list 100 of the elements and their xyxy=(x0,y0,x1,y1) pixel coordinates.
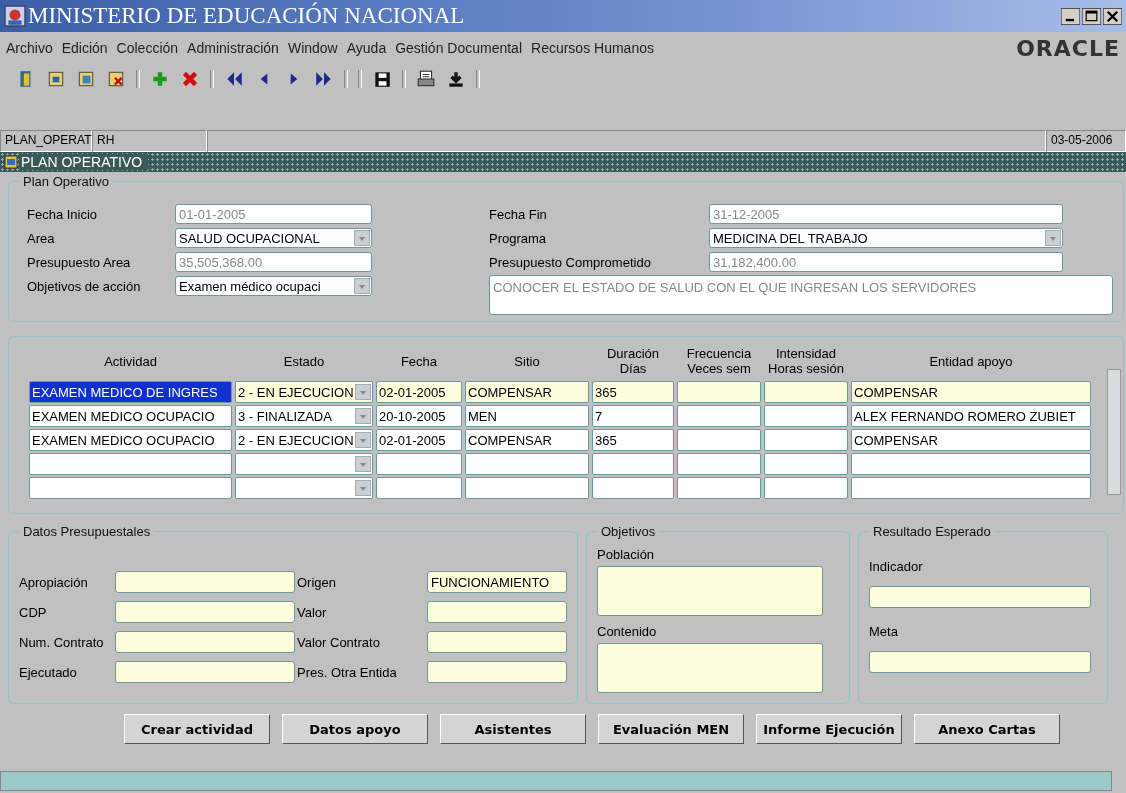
input-field[interactable] xyxy=(427,601,567,623)
dropdown-button[interactable] xyxy=(355,456,371,472)
table-cell[interactable]: COMPENSAR xyxy=(851,429,1091,451)
delete-icon[interactable] xyxy=(180,69,200,89)
dropdown-field[interactable]: 2 - EN EJECUCION xyxy=(235,381,373,403)
action-button[interactable]: Evaluación MEN xyxy=(598,714,744,744)
menu-item[interactable]: Gestión Documental xyxy=(395,40,522,56)
field-label: Programa xyxy=(489,230,548,246)
table-cell[interactable] xyxy=(764,429,848,451)
table-cell[interactable] xyxy=(677,429,761,451)
field-label: Ejecutado xyxy=(19,664,78,680)
table-cell[interactable]: 365 xyxy=(592,381,674,403)
menu-item[interactable]: Window xyxy=(287,40,338,56)
minimize-icon[interactable] xyxy=(1061,7,1080,25)
input-field[interactable] xyxy=(115,661,295,683)
plus-icon[interactable] xyxy=(150,69,170,89)
table-cell[interactable] xyxy=(764,405,848,427)
table-cell[interactable]: 365 xyxy=(592,429,674,451)
table-cell[interactable]: 20-10-2005 xyxy=(376,405,462,427)
table-cell[interactable] xyxy=(29,477,232,499)
action-button[interactable]: Crear actividad xyxy=(124,714,270,744)
dropdown-button[interactable] xyxy=(355,384,371,400)
table-cell[interactable] xyxy=(677,381,761,403)
table-cell[interactable]: 02-01-2005 xyxy=(376,429,462,451)
dropdown-button[interactable] xyxy=(1045,230,1061,246)
table-cell[interactable] xyxy=(465,477,589,499)
table-cell[interactable]: COMPENSAR xyxy=(851,381,1091,403)
table-cell[interactable] xyxy=(764,381,848,403)
input-field[interactable] xyxy=(427,661,567,683)
column-header: Entidad apoyo xyxy=(928,352,1014,371)
table-cell[interactable] xyxy=(764,453,848,475)
maximize-icon[interactable] xyxy=(1082,7,1101,25)
close-icon[interactable] xyxy=(1103,7,1122,25)
table-cell[interactable] xyxy=(376,453,462,475)
table-cell[interactable]: MEN xyxy=(465,405,589,427)
table-cell[interactable] xyxy=(851,453,1091,475)
input-field[interactable]: 31-12-2005 xyxy=(709,204,1063,224)
table-cell[interactable]: COMPENSAR xyxy=(465,429,589,451)
input-field[interactable]: 35,505,368.00 xyxy=(175,252,372,272)
horizontal-scrollbar[interactable] xyxy=(0,771,1112,791)
table-cell[interactable] xyxy=(851,477,1091,499)
table-cell[interactable]: COMPENSAR xyxy=(465,381,589,403)
status-field: PLAN_OPERAT xyxy=(0,130,92,152)
table-scrollbar[interactable] xyxy=(1107,369,1121,495)
table-cell[interactable] xyxy=(592,477,674,499)
action-button[interactable]: Informe Ejecución xyxy=(756,714,902,744)
text-area[interactable] xyxy=(597,643,823,693)
dropdown-field[interactable]: MEDICINA DEL TRABAJO xyxy=(709,228,1063,248)
text-area[interactable] xyxy=(597,566,823,616)
table-cell[interactable] xyxy=(465,453,589,475)
table-cell[interactable]: EXAMEN MEDICO OCUPACIO xyxy=(29,405,232,427)
table-cell[interactable] xyxy=(29,453,232,475)
menu-item[interactable]: Archivo xyxy=(6,40,53,56)
field-label: Fecha Fin xyxy=(489,206,548,222)
table-cell[interactable] xyxy=(677,453,761,475)
menu-item[interactable]: Recursos Humanos xyxy=(531,40,654,56)
input-field[interactable] xyxy=(869,651,1091,673)
dropdown-button[interactable] xyxy=(355,480,371,496)
menu-item[interactable]: Colección xyxy=(116,40,179,56)
download-icon[interactable] xyxy=(446,69,466,89)
table-cell[interactable] xyxy=(677,477,761,499)
save-icon[interactable] xyxy=(372,69,392,89)
input-field[interactable] xyxy=(115,571,295,593)
input-field[interactable] xyxy=(869,586,1091,608)
field-label: Valor xyxy=(297,604,328,620)
table-cell[interactable]: 02-01-2005 xyxy=(376,381,462,403)
table-cell[interactable]: ALEX FERNANDO ROMERO ZUBIET xyxy=(851,405,1091,427)
table-cell[interactable]: EXAMEN MEDICO OCUPACIO xyxy=(29,429,232,451)
input-field[interactable]: 31,182,400.00 xyxy=(709,252,1063,272)
input-field[interactable] xyxy=(115,631,295,653)
dropdown-button[interactable] xyxy=(355,408,371,424)
dropdown-field[interactable] xyxy=(235,477,373,499)
dropdown-field[interactable] xyxy=(235,453,373,475)
text-area[interactable]: CONOCER EL ESTADO DE SALUD CON EL QUE INGRESAN LOS SERVIDORES xyxy=(489,275,1113,315)
table-cell[interactable]: 7 xyxy=(592,405,674,427)
dropdown-button[interactable] xyxy=(355,432,371,448)
app-icon xyxy=(4,5,26,27)
dropdown-button[interactable] xyxy=(354,278,370,294)
menu-item[interactable]: Ayuda xyxy=(346,40,387,56)
dropdown-field[interactable]: Examen médico ocupaci xyxy=(175,276,372,296)
action-button[interactable]: Datos apoyo xyxy=(282,714,428,744)
dropdown-button[interactable] xyxy=(354,230,370,246)
action-button[interactable]: Anexo Cartas xyxy=(914,714,1060,744)
input-field[interactable] xyxy=(427,631,567,653)
print-icon[interactable] xyxy=(416,69,436,89)
input-field[interactable]: 01-01-2005 xyxy=(175,204,372,224)
table-cell[interactable] xyxy=(376,477,462,499)
table-cell[interactable]: EXAMEN MEDICO DE INGRES xyxy=(29,381,232,403)
menu-item[interactable]: Edición xyxy=(61,40,108,56)
input-field[interactable] xyxy=(115,601,295,623)
field-label: Objetivos de acción xyxy=(27,278,142,294)
input-field[interactable]: FUNCIONAMIENTO xyxy=(427,571,567,593)
dropdown-field[interactable]: SALUD OCUPACIONAL xyxy=(175,228,372,248)
table-cell[interactable] xyxy=(592,453,674,475)
table-cell[interactable] xyxy=(677,405,761,427)
dropdown-field[interactable]: 3 - FINALIZADA xyxy=(235,405,373,427)
action-button[interactable]: Asistentes xyxy=(440,714,586,744)
menu-item[interactable]: Administración xyxy=(187,40,279,56)
table-cell[interactable] xyxy=(764,477,848,499)
dropdown-field[interactable]: 2 - EN EJECUCION xyxy=(235,429,373,451)
